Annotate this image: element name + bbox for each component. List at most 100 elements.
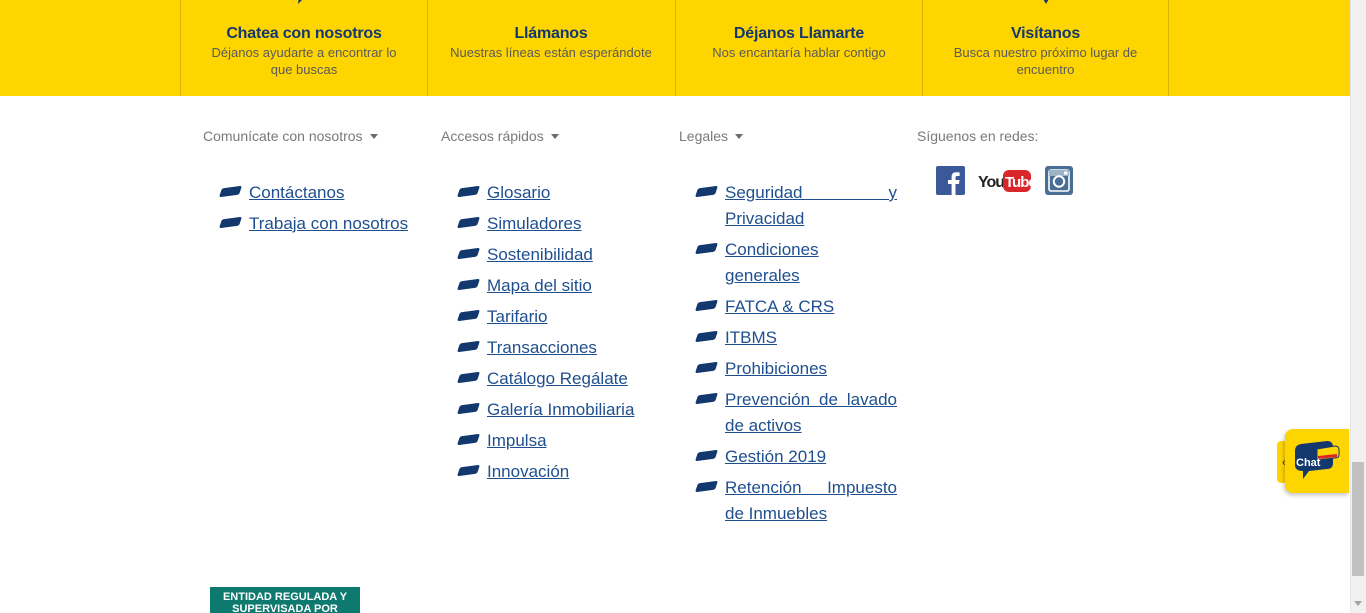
- contact-callback-title: Déjanos Llamarte: [733, 25, 865, 42]
- bullet-dash-icon: [695, 185, 718, 198]
- link-catalogo-regalate[interactable]: Catálogo Regálate: [487, 369, 628, 388]
- link-mapa-del-sitio[interactable]: Mapa del sitio: [487, 276, 592, 295]
- list-item: Simuladores: [457, 211, 669, 237]
- bullet-dash-icon: [219, 185, 242, 198]
- contact-call-card[interactable]: Llámanos Nuestras líneas están esperándo…: [427, 0, 674, 96]
- chat-bubble-icon: [298, 0, 302, 4]
- link-transacciones[interactable]: Transacciones: [487, 338, 597, 357]
- link-condiciones-generales[interactable]: Condiciones generales: [725, 240, 819, 285]
- list-item: Innovación: [457, 459, 669, 485]
- contact-visit-title: Visítanos: [1010, 25, 1081, 42]
- bullet-dash-icon: [457, 464, 480, 477]
- accesos-links: Glosario Simuladores Sostenibilidad Mapa…: [457, 180, 669, 490]
- list-item: ITBMS: [695, 325, 897, 351]
- link-galeria-inmobiliaria[interactable]: Galería Inmobiliaria: [487, 400, 634, 419]
- accesos-heading: Accesos rápidos: [441, 128, 544, 144]
- list-item: FATCA & CRS: [695, 294, 897, 320]
- youtube-you-text: You: [978, 174, 1004, 191]
- instagram-icon[interactable]: [1045, 166, 1073, 195]
- link-fatca-crs[interactable]: FATCA & CRS: [725, 297, 834, 316]
- regulated-entity-badge: ENTIDAD REGULADA Y SUPERVISADA POR: [210, 587, 360, 613]
- list-item: Seguridad y Privacidad: [695, 180, 897, 232]
- bullet-dash-icon: [457, 402, 480, 415]
- list-item: Galería Inmobiliaria: [457, 397, 669, 423]
- callback-phone-icon: [775, 0, 823, 18]
- bullet-dash-icon: [695, 392, 718, 405]
- list-item: Tarifario: [457, 304, 669, 330]
- link-simuladores[interactable]: Simuladores: [487, 214, 582, 233]
- link-gestion-2019[interactable]: Gestión 2019: [725, 447, 826, 466]
- link-retencion-impuesto[interactable]: Retención Impuesto de Inmuebles: [725, 478, 897, 523]
- bullet-dash-icon: [695, 299, 718, 312]
- link-innovacion[interactable]: Innovación: [487, 462, 569, 481]
- bullet-dash-icon: [457, 433, 480, 446]
- youtube-tube-text: Tube: [1005, 174, 1032, 191]
- list-item: Contáctanos: [219, 180, 421, 206]
- list-item: Mapa del sitio: [457, 273, 669, 299]
- accesos-dropdown[interactable]: Accesos rápidos: [441, 128, 559, 144]
- list-item: Retención Impuesto de Inmuebles: [695, 475, 897, 527]
- chat-label: Chat: [1296, 457, 1321, 469]
- bullet-dash-icon: [695, 449, 718, 462]
- link-impulsa[interactable]: Impulsa: [487, 431, 547, 450]
- contact-callback-card[interactable]: Déjanos Llamarte Nos encantaría hablar c…: [675, 0, 922, 96]
- bullet-dash-icon: [457, 278, 480, 291]
- bullet-dash-icon: [457, 247, 480, 260]
- list-item: Sostenibilidad: [457, 242, 669, 268]
- comunicate-dropdown[interactable]: Comunícate con nosotros: [203, 128, 378, 144]
- list-item: Impulsa: [457, 428, 669, 454]
- legales-dropdown[interactable]: Legales: [679, 128, 744, 144]
- contact-chat-title: Chatea con nosotros: [226, 25, 382, 42]
- bullet-dash-icon: [457, 309, 480, 322]
- contact-call-subtitle: Nuestras líneas están esperándote: [450, 45, 652, 60]
- bullet-dash-icon: [457, 216, 480, 229]
- list-item: Condiciones generales: [695, 237, 897, 289]
- location-pin-icon: [1043, 0, 1048, 4]
- contact-chat-subtitle: Déjanos ayudarte a encontrar lo que busc…: [211, 45, 397, 77]
- list-item: Transacciones: [457, 335, 669, 361]
- phone-icon: [527, 0, 575, 18]
- link-contactanos[interactable]: Contáctanos: [249, 183, 344, 202]
- list-item: Prevención de lavado de activos: [695, 387, 897, 439]
- list-item: Prohibiciones: [695, 356, 897, 382]
- contact-band: Chatea con nosotros Déjanos ayudarte a e…: [0, 0, 1350, 96]
- list-item: Catálogo Regálate: [457, 366, 669, 392]
- contact-call-title: Llámanos: [514, 25, 588, 42]
- link-glosario[interactable]: Glosario: [487, 183, 550, 202]
- bullet-dash-icon: [695, 242, 718, 255]
- caret-down-icon: [735, 133, 744, 139]
- bullet-dash-icon: [457, 340, 480, 353]
- link-prevencion-lavado[interactable]: Prevención de lavado de activos: [725, 390, 897, 435]
- comunicate-heading: Comunícate con nosotros: [203, 128, 363, 144]
- chat-button[interactable]: Chat: [1285, 429, 1349, 493]
- bullet-dash-icon: [457, 371, 480, 384]
- contact-visit-subtitle: Busca nuestro próximo lugar de encuentro: [953, 45, 1138, 77]
- youtube-icon[interactable]: You Tube: [978, 168, 1032, 194]
- list-item: Glosario: [457, 180, 669, 206]
- contact-callback-subtitle: Nos encantaría hablar contigo: [712, 45, 886, 60]
- bullet-dash-icon: [695, 330, 718, 343]
- link-tarifario[interactable]: Tarifario: [487, 307, 547, 326]
- link-sostenibilidad[interactable]: Sostenibilidad: [487, 245, 593, 264]
- social-heading: Síguenos en redes:: [917, 128, 1039, 144]
- bullet-dash-icon: [695, 480, 718, 493]
- legales-links: Seguridad y Privacidad Condiciones gener…: [695, 180, 897, 532]
- facebook-icon[interactable]: [936, 166, 965, 195]
- comunicate-links: Contáctanos Trabaja con nosotros: [219, 180, 421, 242]
- caret-down-icon: [369, 133, 378, 139]
- contact-chat-card[interactable]: Chatea con nosotros Déjanos ayudarte a e…: [180, 0, 427, 96]
- link-prohibiciones[interactable]: Prohibiciones: [725, 359, 827, 378]
- scrollbar-thumb[interactable]: [1352, 462, 1364, 576]
- link-seguridad-privacidad[interactable]: Seguridad y Privacidad: [725, 183, 897, 228]
- bullet-dash-icon: [695, 361, 718, 374]
- bullet-dash-icon: [457, 185, 480, 198]
- legales-heading: Legales: [679, 128, 729, 144]
- bullet-dash-icon: [219, 216, 242, 229]
- link-trabaja-con-nosotros[interactable]: Trabaja con nosotros: [249, 214, 408, 233]
- link-itbms[interactable]: ITBMS: [725, 328, 777, 347]
- list-item: Gestión 2019: [695, 444, 897, 470]
- list-item: Trabaja con nosotros: [219, 211, 421, 237]
- contact-visit-card[interactable]: Visítanos Busca nuestro próximo lugar de…: [922, 0, 1169, 96]
- caret-down-icon: [550, 133, 559, 139]
- scroll-down-arrow-icon[interactable]: [1354, 601, 1362, 606]
